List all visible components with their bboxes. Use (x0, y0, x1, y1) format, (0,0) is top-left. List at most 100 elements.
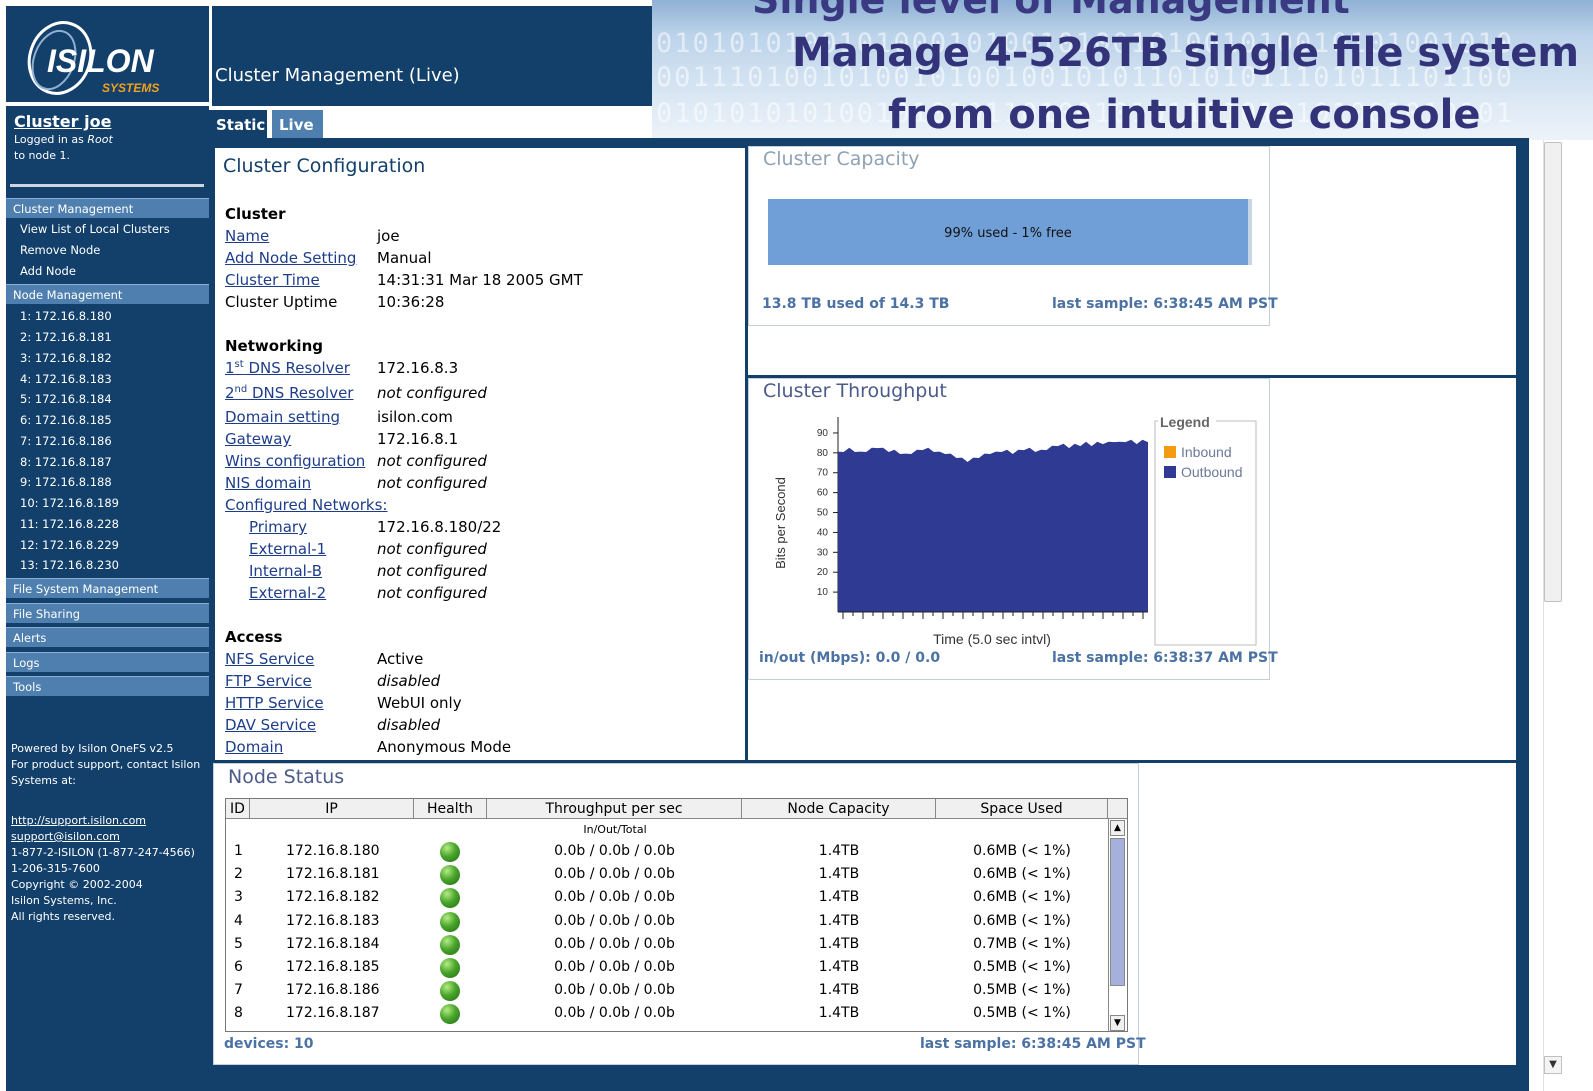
svg-text:SYSTEMS: SYSTEMS (102, 81, 159, 95)
cell-ip: 172.16.8.182 (286, 889, 380, 906)
dns1-label: DNS Resolver (243, 359, 350, 377)
sidebar-node[interactable]: 12: 172.16.8.229 (20, 537, 119, 553)
cell-throughput: 0.0b / 0.0b / 0.0b (554, 959, 675, 975)
primary-network-value: 172.16.8.180/22 (377, 518, 502, 536)
sidebar-node[interactable]: 9: 172.16.8.188 (20, 474, 112, 490)
table-row[interactable]: 3 172.16.8.182 0.0b / 0.0b / 0.0b 1.4TB 0.6M… (226, 888, 1106, 912)
name-link[interactable]: Name (225, 227, 269, 245)
support-text: Systems at: (11, 774, 77, 787)
cell-capacity: 1.4TB (818, 889, 860, 906)
y-tick-label: 50 (817, 508, 829, 519)
logged-user: Root (87, 133, 113, 146)
support-url-link[interactable]: http://support.isilon.com (11, 813, 211, 829)
support-email-link[interactable]: support@isilon.com (11, 829, 211, 845)
y-axis: 10 20 30 40 50 60 70 80 90 (817, 417, 839, 612)
health-ok-icon (440, 934, 460, 955)
cell-id: 1 (234, 843, 243, 859)
sidebar-node[interactable]: 11: 172.16.8.228 (20, 516, 119, 532)
health-ok-icon (440, 842, 460, 862)
ftp-service-link[interactable]: FTP Service (225, 672, 312, 690)
divider (10, 184, 204, 187)
dns1-sup: st (234, 359, 244, 370)
dns2-link[interactable]: 2nd DNS Resolver (225, 384, 353, 402)
sidebar-item-file-system[interactable]: File System Management (6, 578, 209, 598)
nfs-service-link[interactable]: NFS Service (225, 650, 314, 668)
table-row[interactable]: 8 172.16.8.187 0.0b / 0.0b / 0.0b 1.4TB 0.5M… (226, 1004, 1106, 1028)
sidebar-footer: Powered by Isilon OneFS v2.5 For product… (11, 741, 211, 925)
cell-ip: 172.16.8.185 (286, 959, 380, 975)
sidebar-node[interactable]: 7: 172.16.8.186 (20, 433, 112, 449)
scroll-down-icon[interactable]: ▼ (1110, 1015, 1125, 1031)
sidebar-item-remove-node[interactable]: Remove Node (20, 242, 100, 258)
sidebar-node[interactable]: 1: 172.16.8.180 (20, 308, 112, 324)
capacity-sample-text: last sample: 6:38:45 AM PST (1052, 296, 1278, 312)
y-tick-label: 60 (817, 488, 829, 499)
column-header-health[interactable]: Health (414, 799, 487, 819)
sidebar-item-node-management[interactable]: Node Management (6, 284, 209, 304)
cell-space-used: 0.5MB (< 1%) (973, 1005, 1071, 1022)
column-header-throughput[interactable]: Throughput per sec (487, 799, 742, 819)
sidebar-node[interactable]: 3: 172.16.8.182 (20, 350, 112, 366)
gateway-link[interactable]: Gateway (225, 430, 291, 448)
sidebar-node[interactable]: 4: 172.16.8.183 (20, 371, 112, 387)
dns2-num: 2 (225, 384, 235, 402)
sidebar-item-cluster-management[interactable]: Cluster Management (6, 198, 209, 218)
sidebar-node[interactable]: 5: 172.16.8.184 (20, 391, 112, 407)
cluster-time-link[interactable]: Cluster Time (225, 271, 320, 289)
health-ok-icon (440, 888, 460, 909)
health-ok-icon (440, 1004, 460, 1025)
gateway-value: 172.16.8.1 (377, 430, 459, 448)
table-row[interactable]: 6 172.16.8.185 0.0b / 0.0b / 0.0b 1.4TB 0.5M… (226, 958, 1106, 982)
cell-id: 7 (234, 982, 243, 999)
node-status-sample-text: last sample: 6:38:45 AM PST (920, 1036, 1146, 1052)
nis-domain-link[interactable]: NIS domain (225, 474, 311, 492)
dav-service-link[interactable]: DAV Service (225, 716, 316, 734)
configured-networks-link[interactable]: Configured Networks: (225, 496, 388, 514)
ftp-service-value: disabled (377, 672, 441, 690)
domain-setting-link[interactable]: Domain setting (225, 408, 340, 426)
sidebar-node[interactable]: 10: 172.16.8.189 (20, 495, 119, 511)
primary-network-link[interactable]: Primary (249, 518, 307, 536)
scroll-down-icon[interactable]: ▼ (1544, 1056, 1562, 1074)
column-header-id[interactable]: ID (226, 799, 250, 819)
sidebar-item-alerts[interactable]: Alerts (6, 627, 209, 647)
column-header-ip[interactable]: IP (250, 799, 414, 819)
internal-b-link[interactable]: Internal-B (249, 562, 322, 580)
table-row[interactable]: 7 172.16.8.186 0.0b / 0.0b / 0.0b 1.4TB 0.5M… (226, 981, 1106, 1005)
sidebar-item-file-sharing[interactable]: File Sharing (6, 603, 209, 623)
external-1-link[interactable]: External-1 (249, 540, 326, 558)
sidebar-item-view-clusters[interactable]: View List of Local Clusters (20, 221, 170, 237)
y-axis-label: Bits per Second (773, 477, 788, 569)
page-scroll-thumb[interactable] (1544, 142, 1562, 602)
http-service-link[interactable]: HTTP Service (225, 694, 324, 712)
cell-throughput: 0.0b / 0.0b / 0.0b (554, 843, 675, 859)
sidebar-item-add-node[interactable]: Add Node (20, 263, 76, 279)
add-node-setting-link[interactable]: Add Node Setting (225, 249, 356, 267)
sidebar-item-logs[interactable]: Logs (6, 652, 209, 672)
table-row[interactable]: 5 172.16.8.184 0.0b / 0.0b / 0.0b 1.4TB 0.7M… (226, 934, 1106, 959)
cell-throughput: 0.0b / 0.0b / 0.0b (554, 889, 675, 906)
tab-live[interactable]: Live (272, 110, 323, 140)
table-scroll-thumb[interactable] (1110, 838, 1125, 986)
cell-capacity: 1.4TB (818, 912, 860, 929)
column-header-space-used[interactable]: Space Used (936, 799, 1108, 819)
external-2-link[interactable]: External-2 (249, 584, 326, 602)
column-header-capacity[interactable]: Node Capacity (742, 799, 936, 819)
scroll-up-icon[interactable]: ▲ (1110, 820, 1125, 836)
sidebar-node[interactable]: 2: 172.16.8.181 (20, 329, 112, 345)
tab-static[interactable]: Static (209, 110, 267, 140)
sidebar-node[interactable]: 13: 172.16.8.230 (20, 557, 119, 573)
wins-link[interactable]: Wins configuration (225, 452, 365, 470)
table-row[interactable]: 2 172.16.8.181 0.0b / 0.0b / 0.0b 1.4TB 0.6M… (226, 865, 1106, 889)
sidebar-node[interactable]: 8: 172.16.8.187 (20, 454, 112, 470)
domain-link[interactable]: Domain (225, 738, 283, 756)
table-row[interactable]: 4 172.16.8.183 0.0b / 0.0b / 0.0b 1.4TB 0.6M… (226, 911, 1106, 936)
cluster-link[interactable]: Cluster joe (14, 112, 204, 131)
domain-value: Anonymous Mode (377, 738, 512, 756)
sidebar-item-tools[interactable]: Tools (6, 676, 209, 696)
promo-banner: 0101010100101000101001010010100101001010… (652, 0, 1593, 140)
table-row[interactable]: 1 172.16.8.180 0.0b / 0.0b / 0.0b 1.4TB 0.6M… (226, 842, 1106, 866)
sidebar-node[interactable]: 6: 172.16.8.185 (20, 412, 112, 428)
dns1-link[interactable]: 1st DNS Resolver (225, 359, 350, 377)
cell-id: 2 (234, 866, 243, 883)
